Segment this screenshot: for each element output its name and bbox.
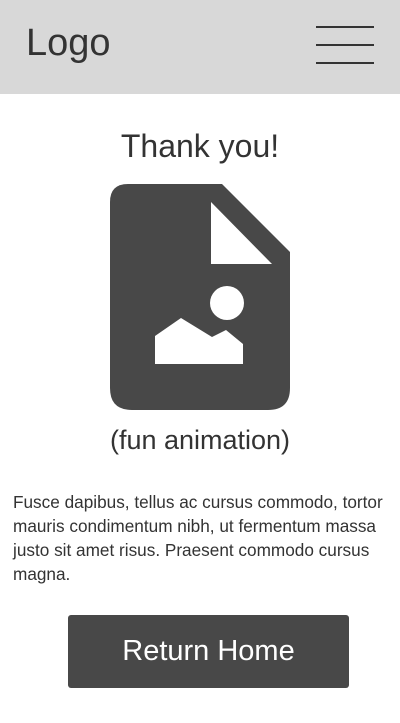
menu-bar-middle (316, 44, 374, 46)
return-home-button[interactable]: Return Home (68, 615, 349, 688)
hamburger-menu-icon[interactable] (316, 26, 374, 64)
header-bar: Logo (0, 0, 400, 94)
animation-caption: (fun animation) (109, 425, 291, 455)
page-title: Thank you! (120, 128, 280, 164)
body-paragraph: Fusce dapibus, tellus ac cursus commodo,… (13, 492, 383, 584)
menu-bar-top (316, 26, 374, 28)
image-file-icon (110, 184, 290, 410)
logo[interactable]: Logo (26, 20, 111, 66)
menu-bar-bottom (316, 62, 374, 64)
